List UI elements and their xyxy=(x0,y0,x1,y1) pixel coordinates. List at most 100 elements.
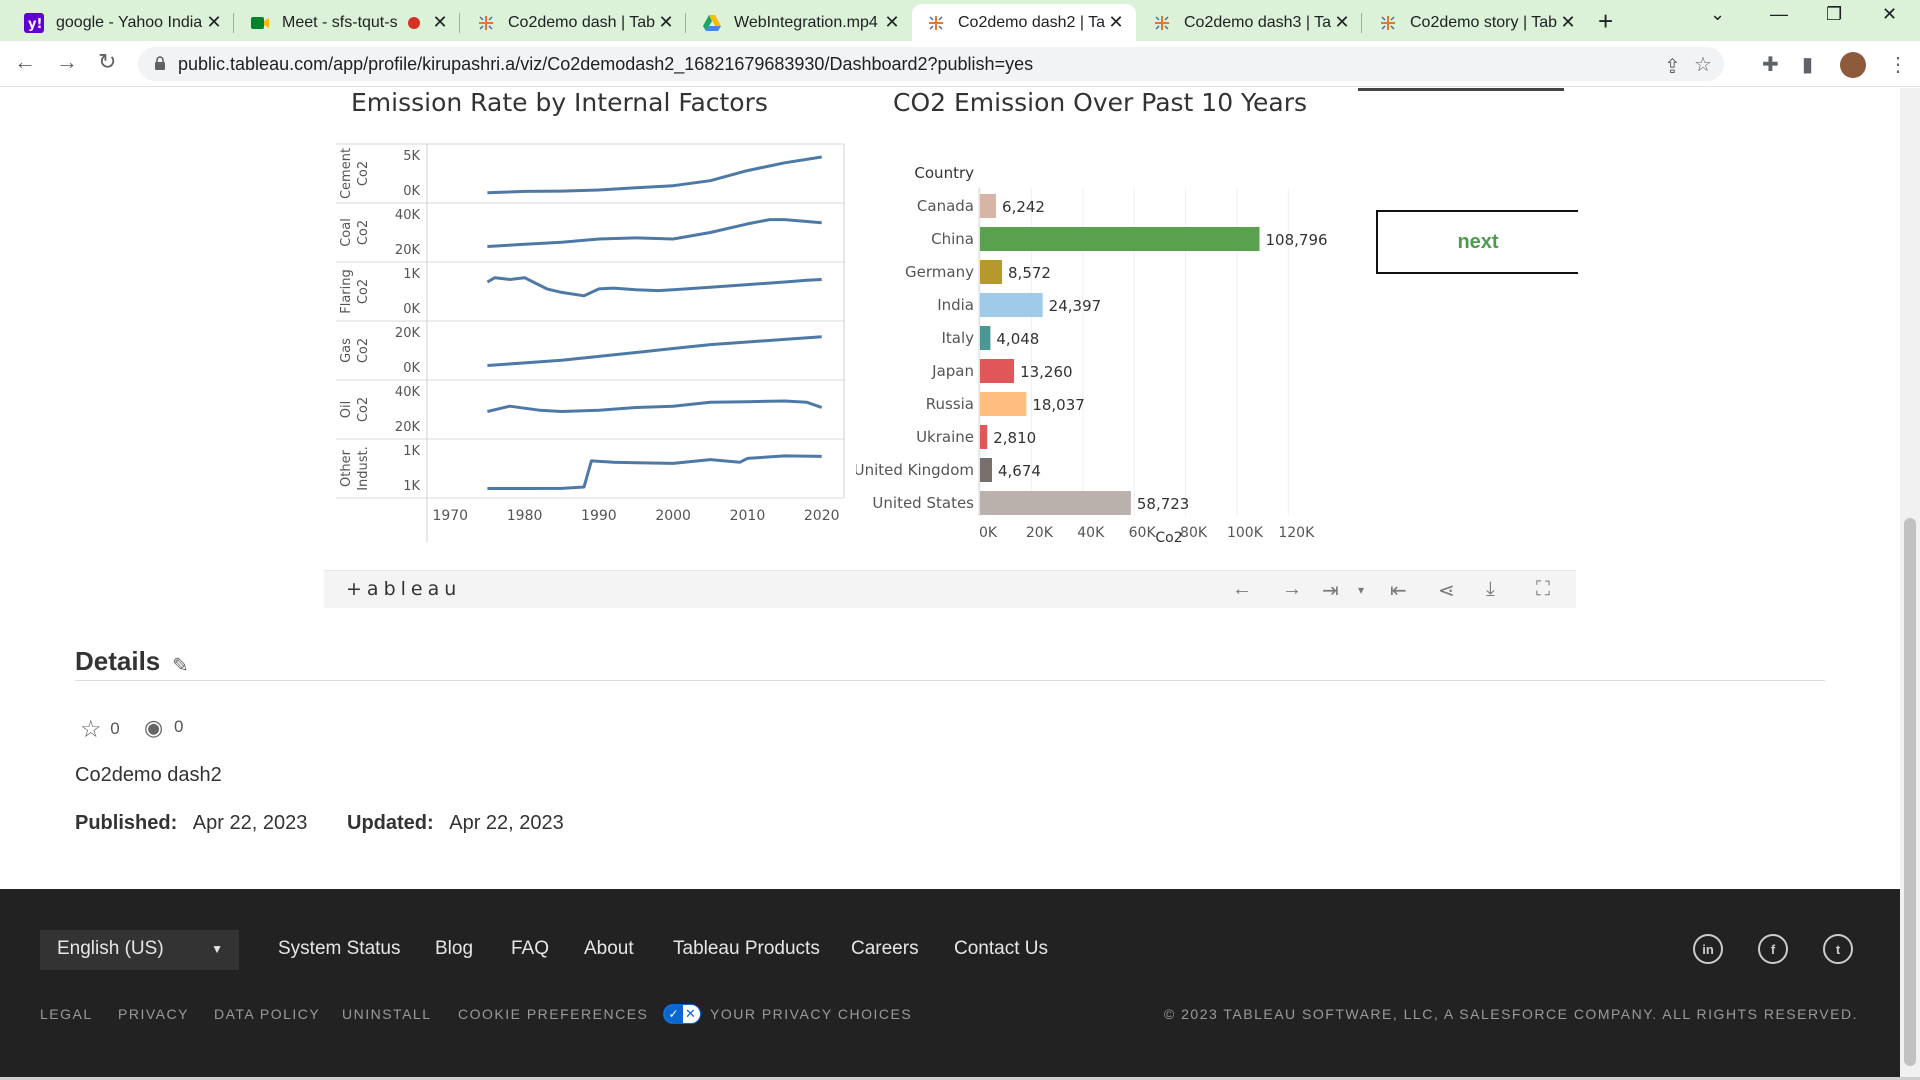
download-icon[interactable]: ⤓ xyxy=(1486,578,1495,601)
recording-icon xyxy=(408,16,420,29)
category-label: Ukraine xyxy=(916,428,974,446)
scrollbar-thumb[interactable] xyxy=(1904,518,1916,1066)
footer-link-careers[interactable]: Careers xyxy=(851,938,919,960)
updated-info: Updated: Apr 22, 2023 xyxy=(347,812,564,835)
panel-label: Cement Co2 xyxy=(339,148,371,199)
tab-strip: y! google - Yahoo India ✕ Meet - sfs-tqu… xyxy=(0,0,1920,41)
reload-icon[interactable]: ↻ xyxy=(98,49,116,75)
linkedin-icon[interactable]: in xyxy=(1693,934,1723,964)
close-tab-icon[interactable]: ✕ xyxy=(1332,12,1352,33)
facebook-icon[interactable]: f xyxy=(1758,934,1788,964)
share-icon[interactable]: ⋖ xyxy=(1438,578,1455,603)
bar-united-kingdom xyxy=(980,458,993,482)
edit-pencil-icon[interactable]: ✎ xyxy=(172,653,189,678)
browser-tab[interactable]: Co2demo dash | Tableau ✕ xyxy=(462,4,686,41)
footer-link-blog[interactable]: Blog xyxy=(435,938,473,960)
data-policy-link[interactable]: DATA POLICY xyxy=(214,1006,320,1022)
x-tick-label: 20K xyxy=(1026,525,1054,541)
series-line-coal-co- xyxy=(487,218,822,248)
footer-link-contact-us[interactable]: Contact Us xyxy=(954,938,1048,960)
footer-link-faq[interactable]: FAQ xyxy=(511,938,549,960)
language-select[interactable]: English (US) ▼ xyxy=(40,930,239,970)
published-date: Apr 22, 2023 xyxy=(192,812,308,834)
x-tick-label: 0K xyxy=(979,525,998,541)
privacy-choices-icon: ✓ ✕ xyxy=(663,1004,701,1024)
divider xyxy=(75,680,1825,681)
bar-value-label: 24,397 xyxy=(1049,297,1102,315)
panel-label-line: Co2 xyxy=(356,161,371,186)
back-icon[interactable]: ← xyxy=(14,49,36,75)
x-tick-label: 80K xyxy=(1180,525,1208,541)
new-tab-button[interactable]: + xyxy=(1598,6,1613,37)
twitter-icon[interactable]: t xyxy=(1823,934,1853,964)
category-label: Italy xyxy=(941,329,974,347)
close-window-icon[interactable]: ✕ xyxy=(1882,4,1897,25)
category-label: United States xyxy=(872,494,974,512)
reset-icon[interactable]: ⇤ xyxy=(1390,578,1407,603)
privacy-link[interactable]: PRIVACY xyxy=(118,1006,189,1022)
panel-label-line: Other xyxy=(339,449,354,487)
undo-icon[interactable]: ← xyxy=(1232,578,1252,601)
co2-bar-chart[interactable]: Country 0K 20K 40K 60K 80K 100K 120K Canada 6,242… xyxy=(856,130,1366,550)
favorite-stat[interactable]: ☆ 0 xyxy=(80,715,120,744)
panel-label-line: Co2 xyxy=(356,220,371,245)
y-tick-label: 20K xyxy=(395,420,421,435)
side-panel-icon[interactable]: ▮ xyxy=(1802,52,1813,77)
cookie-preferences-link[interactable]: COOKIE PREFERENCES xyxy=(458,1006,648,1022)
restore-icon[interactable]: ❐ xyxy=(1826,4,1842,25)
url-field[interactable]: public.tableau.com/app/profile/kirupashr… xyxy=(138,47,1724,81)
revert-icon[interactable]: ⇥ xyxy=(1322,578,1339,603)
y-tick-label: 1K xyxy=(403,479,420,494)
bar-ukraine xyxy=(980,425,988,449)
tab-search-icon[interactable]: ⌄ xyxy=(1710,4,1725,25)
minimize-icon[interactable]: — xyxy=(1770,4,1788,25)
uninstall-link[interactable]: UNINSTALL xyxy=(342,1006,431,1022)
revert-dropdown-icon[interactable]: ▾ xyxy=(1358,583,1364,597)
footer-link-about[interactable]: About xyxy=(584,938,634,960)
bar-value-label: 18,037 xyxy=(1032,396,1085,414)
panel-label-line: Oil xyxy=(339,401,354,418)
footer-link-tableau-products[interactable]: Tableau Products xyxy=(673,938,820,960)
browser-tab-active[interactable]: Co2demo dash2 | Tableau ✕ xyxy=(912,4,1136,41)
bar-value-label: 2,810 xyxy=(993,429,1036,447)
close-tab-icon[interactable]: ✕ xyxy=(656,12,676,33)
tab-title: WebIntegration.mp4 xyxy=(734,13,878,31)
forward-icon[interactable]: → xyxy=(56,49,78,75)
extensions-icon[interactable]: ✚ xyxy=(1762,52,1779,77)
browser-tab[interactable]: WebIntegration.mp4 ✕ xyxy=(688,4,912,41)
close-tab-icon[interactable]: ✕ xyxy=(882,12,902,33)
panel-label-line: Co2 xyxy=(356,279,371,304)
bar-canada xyxy=(980,194,997,218)
browser-tab[interactable]: y! google - Yahoo India ✕ xyxy=(10,4,234,41)
bookmark-star-icon[interactable]: ☆ xyxy=(1694,52,1712,77)
bar-china xyxy=(980,227,1260,251)
updated-date: Apr 22, 2023 xyxy=(449,812,564,834)
close-tab-icon[interactable]: ✕ xyxy=(1558,12,1578,33)
privacy-choices-link[interactable]: YOUR PRIVACY CHOICES xyxy=(710,1006,912,1022)
tableau-toolbar: +ableau ← → ⇥ ▾ ⇤ ⋖ ⤓ ⛶ xyxy=(324,570,1576,608)
footer-link-system-status[interactable]: System Status xyxy=(278,938,401,960)
language-value: English (US) xyxy=(57,938,164,959)
y-tick-label: 1K xyxy=(403,267,420,282)
x-tick-label: 2020 xyxy=(804,508,840,524)
legal-link[interactable]: LEGAL xyxy=(40,1006,93,1022)
next-button[interactable]: next xyxy=(1376,210,1578,274)
menu-icon[interactable]: ⋮ xyxy=(1888,52,1908,77)
emission-rate-line-chart[interactable]: Cement Co25K0KCoal Co240K20KFlaring Co21K0K… xyxy=(336,126,856,542)
close-tab-icon[interactable]: ✕ xyxy=(430,12,450,33)
redo-icon[interactable]: → xyxy=(1282,578,1302,601)
close-tab-icon[interactable]: ✕ xyxy=(204,12,224,33)
browser-tab[interactable]: Co2demo dash3 | Tableau ✕ xyxy=(1138,4,1362,41)
y-tick-label: 20K xyxy=(395,243,421,258)
share-page-icon[interactable]: ⇪ xyxy=(1664,54,1681,79)
browser-tab[interactable]: Co2demo story | Tableau ✕ xyxy=(1364,4,1588,41)
bar-value-label: 108,796 xyxy=(1266,231,1328,249)
divider xyxy=(1358,88,1564,91)
x-tick-label: 120K xyxy=(1278,525,1315,541)
browser-tab[interactable]: Meet - sfs-tqut-sv ✕ xyxy=(236,4,460,41)
profile-avatar[interactable] xyxy=(1840,52,1866,78)
close-tab-icon[interactable]: ✕ xyxy=(1106,12,1126,33)
page-scrollbar[interactable] xyxy=(1900,88,1920,1080)
address-bar: ← → ↻ public.tableau.com/app/profile/kir… xyxy=(0,41,1920,87)
fullscreen-icon[interactable]: ⛶ xyxy=(1536,578,1550,601)
